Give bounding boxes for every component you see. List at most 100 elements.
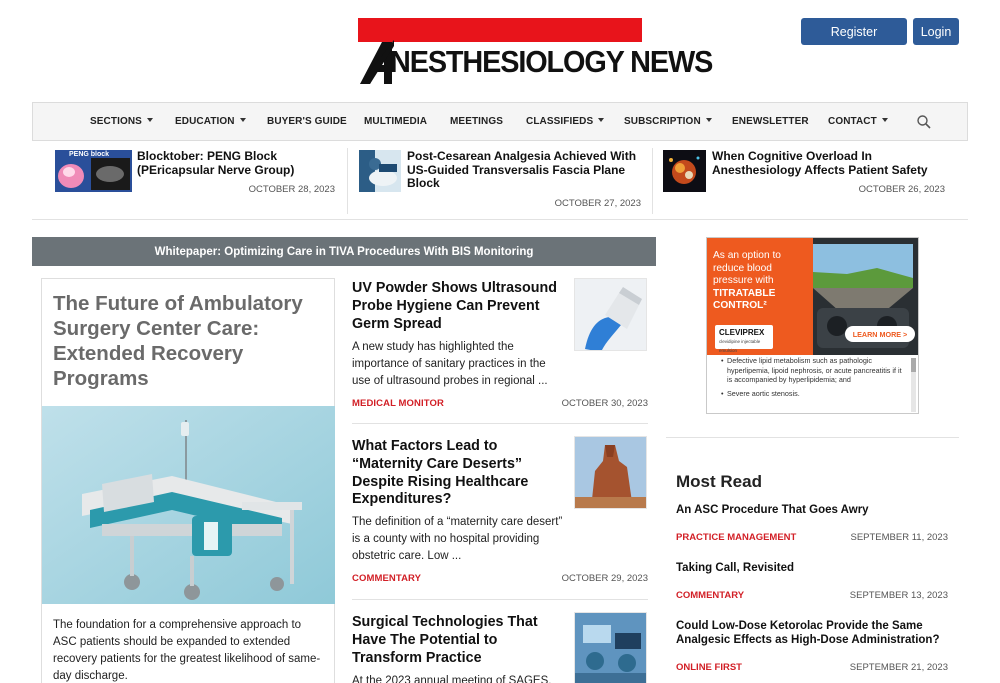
- advertisement[interactable]: As an option to reduce blood pressure wi…: [706, 237, 919, 414]
- most-read-item[interactable]: Taking Call, Revisited COMMENTARY SEPTEM…: [676, 562, 948, 606]
- most-read-date: SEPTEMBER 11, 2023: [850, 532, 948, 543]
- logo-text: NESTHESIOLOGY NEWS: [390, 44, 713, 79]
- most-read-date: SEPTEMBER 21, 2023: [849, 662, 948, 673]
- nav-label: SUBSCRIPTION: [624, 116, 701, 127]
- search-icon[interactable]: [916, 114, 932, 130]
- feature-excerpt: The foundation for a comprehensive appro…: [53, 619, 321, 682]
- nav-buyers-guide[interactable]: BUYER'S GUIDE: [267, 116, 347, 127]
- strip-date: OCTOBER 28, 2023: [248, 184, 335, 195]
- most-read-category[interactable]: ONLINE FIRST: [676, 662, 742, 673]
- nav-enewsletter[interactable]: ENEWSLETTER: [732, 116, 809, 127]
- most-read-category[interactable]: PRACTICE MANAGEMENT: [676, 532, 796, 543]
- article-thumbnail[interactable]: [574, 436, 647, 509]
- ad-brand-sub: clevidipine injectable emulsion: [719, 339, 761, 353]
- ad-headline: As an option to reduce blood pressure wi…: [713, 250, 805, 313]
- article-card[interactable]: What Factors Lead to “Maternity Care Des…: [352, 436, 648, 588]
- ad-learn-more-button[interactable]: LEARN MORE >: [845, 326, 915, 342]
- strip-thumbnail: [663, 150, 706, 192]
- strip-title: Blocktober: PENG Block (PEricapsular Ner…: [137, 149, 295, 177]
- article-excerpt: At the 2023 annual meeting of SAGES,: [352, 675, 552, 683]
- article-excerpt: A new study has highlighted the importan…: [352, 341, 548, 387]
- nav-label: MULTIMEDIA: [364, 116, 428, 127]
- brain-image: [663, 150, 706, 192]
- article-excerpt: The definition of a “maternity care dese…: [352, 516, 563, 562]
- article-category[interactable]: COMMENTARY: [352, 573, 421, 584]
- nav-classifieds[interactable]: CLASSIFIEDS: [526, 116, 605, 127]
- operating-room-image: [575, 613, 646, 683]
- divider: [352, 599, 648, 600]
- caret-down-icon: [239, 118, 246, 123]
- logo-red-bar: [358, 18, 642, 42]
- peng-block-thumb-label: PENG block: [69, 151, 110, 158]
- nav-multimedia[interactable]: MULTIMEDIA: [364, 116, 427, 127]
- ultrasound-procedure-image: [359, 150, 401, 192]
- hospital-bed-image: [42, 406, 335, 604]
- article-date: OCTOBER 29, 2023: [561, 573, 648, 584]
- article-title[interactable]: UV Powder Shows Ultrasound Probe Hygiene…: [352, 280, 562, 333]
- register-button[interactable]: Register: [801, 18, 907, 45]
- login-button[interactable]: Login: [913, 18, 959, 45]
- strip-thumbnail: PENG block: [55, 150, 132, 192]
- ad-fine-print-item: Severe aortic stenosis.: [721, 389, 906, 399]
- article-title[interactable]: What Factors Lead to “Maternity Care Des…: [352, 438, 562, 509]
- most-read-title[interactable]: An ASC Procedure That Goes Awry: [676, 504, 948, 518]
- ad-fine-print-item: Defective lipid metabolism such as patho…: [721, 356, 906, 385]
- caret-down-icon: [881, 118, 888, 123]
- ad-brand-logo: CLEVIPREX clevidipine injectable emulsio…: [715, 325, 773, 353]
- article-thumbnail[interactable]: [574, 278, 647, 351]
- nav-education[interactable]: EDUCATION: [175, 116, 246, 127]
- article-title[interactable]: Surgical Technologies That Have The Pote…: [352, 614, 562, 667]
- strip-thumbnail: [359, 150, 401, 192]
- divider: [32, 219, 968, 220]
- article-card[interactable]: UV Powder Shows Ultrasound Probe Hygiene…: [352, 278, 648, 414]
- feature-title[interactable]: The Future of Ambulatory Surgery Center …: [53, 291, 325, 391]
- divider: [352, 423, 648, 424]
- nav-label: SECTIONS: [90, 116, 142, 127]
- article-date: OCTOBER 30, 2023: [561, 398, 648, 409]
- site-logo[interactable]: NESTHESIOLOGY NEWS: [358, 18, 713, 86]
- article-thumbnail[interactable]: [574, 612, 647, 683]
- nav-label: EDUCATION: [175, 116, 235, 127]
- article-category[interactable]: MEDICAL MONITOR: [352, 398, 444, 409]
- desert-rock-image: [575, 437, 646, 508]
- caret-down-icon: [598, 118, 605, 123]
- nav-sections[interactable]: SECTIONS: [90, 116, 153, 127]
- nav-meetings[interactable]: MEETINGS: [450, 116, 503, 127]
- logo-wordmark: NESTHESIOLOGY NEWS: [358, 40, 713, 86]
- caret-down-icon: [705, 118, 712, 123]
- most-read-title[interactable]: Taking Call, Revisited: [676, 562, 948, 576]
- most-read-item[interactable]: Could Low-Dose Ketorolac Provide the Sam…: [676, 620, 948, 676]
- feature-article[interactable]: The Future of Ambulatory Surgery Center …: [41, 278, 335, 683]
- ad-headline-text: As an option to reduce blood pressure wi…: [713, 250, 781, 286]
- strip-date: OCTOBER 26, 2023: [858, 184, 945, 195]
- strip-article[interactable]: When Cognitive Overload In Anesthesiolog…: [663, 149, 945, 212]
- most-read-date: SEPTEMBER 13, 2023: [849, 590, 948, 601]
- nav-contact[interactable]: CONTACT: [828, 116, 888, 127]
- strip-date: OCTOBER 27, 2023: [554, 198, 641, 209]
- main-nav: SECTIONS EDUCATION BUYER'S GUIDE MULTIME…: [32, 102, 968, 141]
- ad-scroll-thumb[interactable]: [911, 358, 916, 372]
- ad-headline-emphasis: TITRATABLE CONTROL²: [713, 287, 776, 312]
- divider: [347, 148, 348, 214]
- nav-label: BUYER'S GUIDE: [267, 116, 347, 127]
- most-read-title[interactable]: Could Low-Dose Ketorolac Provide the Sam…: [676, 620, 948, 647]
- divider: [666, 437, 959, 438]
- strip-title: Post-Cesarean Analgesia Achieved With US…: [407, 149, 637, 190]
- strip-article[interactable]: PENG block Blocktober: PENG Block (PEric…: [55, 149, 337, 212]
- ad-fine-print: Defective lipid metabolism such as patho…: [721, 356, 906, 398]
- most-read-category[interactable]: COMMENTARY: [676, 590, 744, 601]
- ad-scrollbar[interactable]: [911, 358, 916, 412]
- nav-label: CONTACT: [828, 116, 877, 127]
- nav-label: CLASSIFIEDS: [526, 116, 594, 127]
- strip-article[interactable]: Post-Cesarean Analgesia Achieved With US…: [359, 149, 641, 212]
- divider: [652, 148, 653, 214]
- nav-subscription[interactable]: SUBSCRIPTION: [624, 116, 712, 127]
- most-read-heading: Most Read: [676, 472, 762, 491]
- caret-down-icon: [146, 118, 153, 123]
- feature-image: [42, 406, 335, 604]
- nav-label: MEETINGS: [450, 116, 504, 127]
- most-read-item[interactable]: An ASC Procedure That Goes Awry PRACTICE…: [676, 504, 948, 548]
- whitepaper-banner[interactable]: Whitepaper: Optimizing Care in TIVA Proc…: [32, 237, 656, 266]
- strip-title: When Cognitive Overload In Anesthesiolog…: [712, 149, 928, 177]
- article-card[interactable]: Surgical Technologies That Have The Pote…: [352, 612, 648, 683]
